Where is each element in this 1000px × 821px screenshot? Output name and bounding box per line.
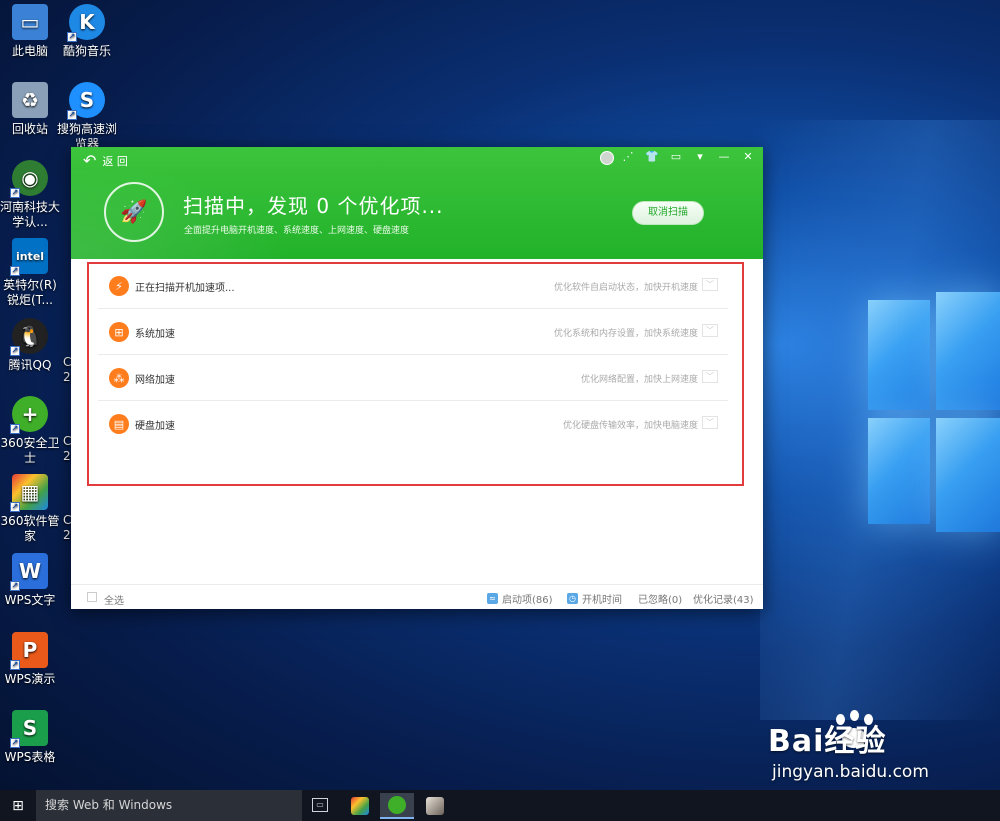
desktop-icon-recycle-bin[interactable]: ♻ 回收站: [0, 82, 60, 137]
wps-presentation-icon: P ↗: [10, 632, 48, 670]
annotation-highlight-box: [87, 262, 744, 486]
taskbar-360-software[interactable]: [343, 793, 377, 819]
desktop-icon-360-software[interactable]: ▦ ↗ 360软件管家: [0, 474, 60, 544]
360-safe-icon: + ↗: [10, 396, 48, 434]
qq-icon: 🐧 ↗: [10, 318, 48, 356]
baidu-jingyan-watermark: Bai经验 jingyan.baidu.com: [768, 724, 929, 782]
360-software-icon: [351, 797, 369, 815]
boot-time-link[interactable]: ◷ 开机时间: [567, 591, 622, 606]
ignored-link[interactable]: 已忽略(0): [638, 591, 682, 606]
minimize-icon[interactable]: —: [717, 150, 731, 163]
share-icon[interactable]: ⋰: [621, 150, 635, 163]
desktop-icon-qq[interactable]: 🐧 ↗ 腾讯QQ: [0, 318, 60, 373]
start-button[interactable]: ⊞: [0, 790, 36, 821]
taskbar: ⊞ 搜索 Web 和 Windows ▭: [0, 790, 1000, 821]
intel-icon: intel ↗: [10, 238, 48, 276]
close-icon[interactable]: ✕: [741, 150, 755, 163]
desktop-icon-wps-presentation[interactable]: P ↗ WPS演示: [0, 632, 60, 687]
network-icon: ◉ ↗: [10, 160, 48, 198]
app-window-icon: [426, 797, 444, 815]
taskbar-app-window[interactable]: [418, 793, 452, 819]
wallpaper-windows-logo: [862, 292, 1000, 540]
scan-title: 扫描中，发现 0 个优化项...: [183, 194, 444, 218]
window-header: ↶ 返 回 ⋰ 👕 ▭ ▾ — ✕ 🚀 扫描中，发现 0 个优化项... 全面提…: [71, 147, 763, 259]
wps-spreadsheet-icon: S ↗: [10, 710, 48, 748]
desktop-icon-kugou[interactable]: K ↗ 酷狗音乐: [57, 4, 117, 59]
cancel-scan-button[interactable]: 取消扫描: [632, 201, 704, 225]
kugou-icon: K ↗: [67, 4, 105, 42]
title-bar-tools: ⋰ 👕 ▭ ▾ — ✕: [621, 150, 755, 163]
skin-icon[interactable]: 👕: [645, 150, 659, 163]
rocket-icon: 🚀: [104, 182, 164, 242]
menu-icon[interactable]: ▾: [693, 150, 707, 163]
recycle-bin-icon: ♻: [12, 82, 48, 118]
clock-icon: ◷: [567, 593, 578, 604]
360-safe-icon: [388, 796, 406, 814]
desktop-icon-this-pc[interactable]: ▭ 此电脑: [0, 4, 60, 59]
select-all-checkbox[interactable]: [87, 592, 97, 602]
desktop-icon-360-safe[interactable]: + ↗ 360安全卫士: [0, 396, 60, 466]
task-view-icon[interactable]: ▭: [312, 798, 328, 812]
desktop-icon-wps-writer[interactable]: W ↗ WPS文字: [0, 553, 60, 608]
back-button[interactable]: ↶ 返 回: [83, 153, 128, 169]
sogou-browser-icon: S ↗: [67, 82, 105, 120]
startup-icon: ≈: [487, 593, 498, 604]
medal-icon[interactable]: [600, 151, 614, 165]
scan-subtitle: 全面提升电脑开机速度、系统速度、上网速度、硬盘速度: [184, 226, 410, 236]
desktop-icon-sogou-browser[interactable]: S ↗ 搜狗高速浏览器: [57, 82, 117, 152]
360-software-icon: ▦ ↗: [10, 474, 48, 512]
windows-start-icon: ⊞: [12, 797, 24, 814]
desktop-icon-henan-network[interactable]: ◉ ↗ 河南科技大学认...: [0, 160, 60, 230]
back-arrow-icon: ↶: [83, 151, 97, 170]
history-link[interactable]: 优化记录(43): [693, 591, 754, 606]
startup-items-link[interactable]: ≈ 启动项(86): [487, 591, 553, 606]
taskbar-search-box[interactable]: 搜索 Web 和 Windows: [36, 790, 302, 821]
wps-writer-icon: W ↗: [10, 553, 48, 591]
computer-icon: ▭: [12, 4, 48, 40]
window-footer: 全选 ≈ 启动项(86) ◷ 开机时间 已忽略(0) 优化记录(43): [71, 584, 763, 609]
desktop-icon-wps-spreadsheet[interactable]: S ↗ WPS表格: [0, 710, 60, 765]
taskbar-360-safe[interactable]: [380, 793, 414, 819]
desktop-icon-intel[interactable]: intel ↗ 英特尔(R) 锐炬(T...: [0, 238, 60, 308]
feedback-icon[interactable]: ▭: [669, 150, 683, 163]
select-all-label[interactable]: 全选: [104, 592, 124, 607]
